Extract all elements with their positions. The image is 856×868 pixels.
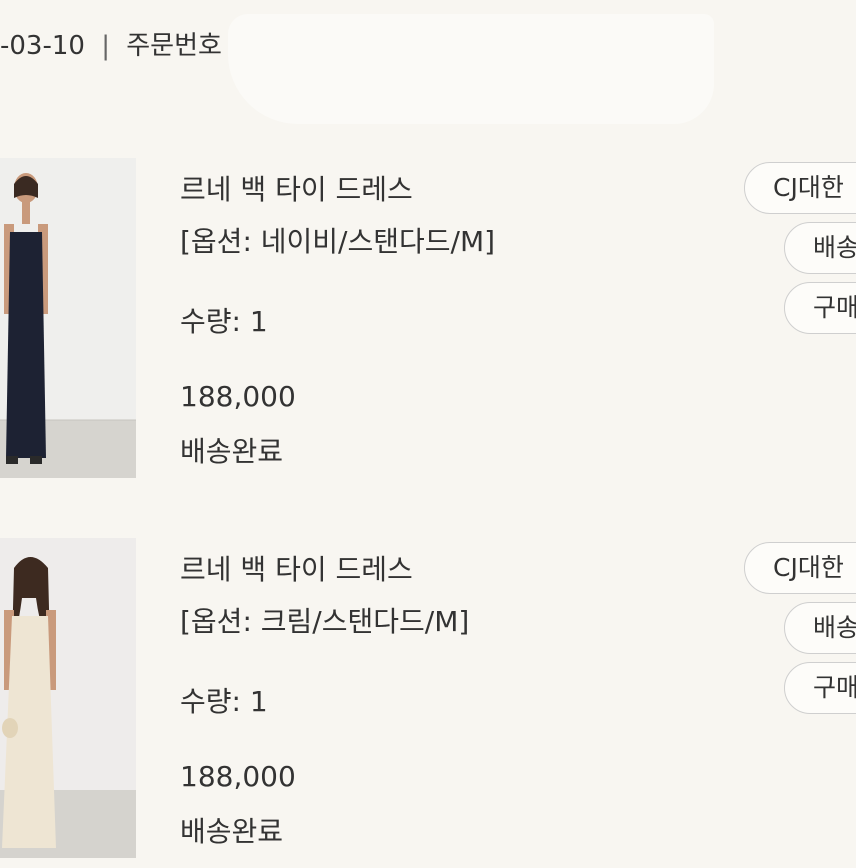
- order-number-label: 주문번호: [126, 31, 222, 61]
- product-image-navy-dress[interactable]: [0, 158, 136, 478]
- courier-tracking-button[interactable]: CJ대한: [744, 162, 856, 214]
- product-quantity: 수량: 1: [180, 305, 268, 338]
- delivery-button[interactable]: 배송: [784, 602, 856, 654]
- courier-tracking-button[interactable]: CJ대한: [744, 542, 856, 594]
- header-separator: |: [101, 31, 110, 61]
- product-price: 188,000: [180, 760, 296, 793]
- product-name[interactable]: 르네 백 타이 드레스: [180, 548, 413, 588]
- product-price: 188,000: [180, 380, 296, 413]
- purchase-confirm-button[interactable]: 구매: [784, 662, 856, 714]
- product-option: [옵션: 네이비/스탠다드/M]: [180, 225, 496, 258]
- product-name[interactable]: 르네 백 타이 드레스: [180, 168, 413, 208]
- order-date: -03-10: [0, 31, 85, 61]
- order-item: 르네 백 타이 드레스 [옵션: 네이비/스탠다드/M] 수량: 1 188,0…: [0, 158, 856, 488]
- product-option: [옵션: 크림/스탠다드/M]: [180, 605, 470, 638]
- order-header: -03-10 | 주문번호: [0, 26, 222, 66]
- delivery-button[interactable]: 배송: [784, 222, 856, 274]
- product-quantity: 수량: 1: [180, 685, 268, 718]
- delivery-status: 배송완료: [180, 815, 284, 848]
- purchase-confirm-button[interactable]: 구매: [784, 282, 856, 334]
- order-item: 르네 백 타이 드레스 [옵션: 크림/스탠다드/M] 수량: 1 188,00…: [0, 538, 856, 868]
- product-image-cream-dress[interactable]: [0, 538, 136, 858]
- redaction-overlay: [228, 14, 714, 124]
- delivery-status: 배송완료: [180, 435, 284, 468]
